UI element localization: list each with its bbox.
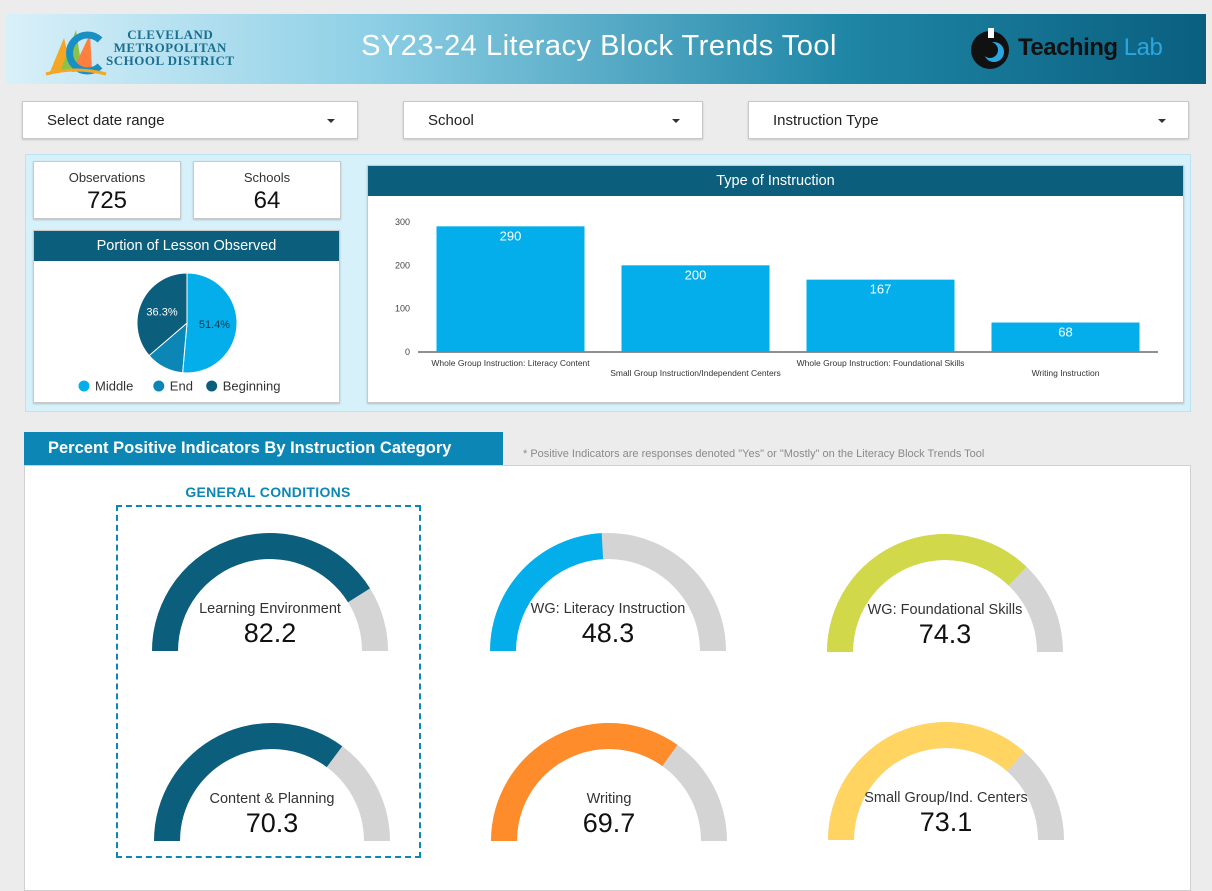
instruction-type-card: Type of Instruction 0 100 200 300 290 Whole G… xyxy=(367,165,1184,403)
school-dropdown[interactable]: School xyxy=(403,101,703,139)
district-logo-icon xyxy=(45,30,107,76)
dashboard: CLEVELAND METROPOLITAN SCHOOL DISTRICT S… xyxy=(0,0,1212,891)
legend-swatch xyxy=(153,380,165,392)
schools-label: Schools xyxy=(243,170,291,185)
school-label: School xyxy=(428,112,474,129)
lesson-portion-card: Portion of Lesson Observed 51.4% 36.3% Mid… xyxy=(33,230,340,403)
observations-label: Observations xyxy=(68,170,146,185)
teaching-lab-accent: Lab xyxy=(1123,34,1163,61)
schools-card: Schools 64 xyxy=(193,161,341,219)
y-tick-label: 300 xyxy=(395,217,410,227)
legend-label: Middle xyxy=(95,379,133,394)
general-conditions-box xyxy=(116,505,421,858)
observations-card: Observations 725 xyxy=(33,161,181,219)
teaching-lab-logo: Teaching Lab xyxy=(968,28,1168,72)
general-conditions-label: GENERAL CONDITIONS xyxy=(185,484,351,500)
teaching-lab-word: Teaching xyxy=(1018,34,1118,61)
teaching-lab-logo-icon xyxy=(971,28,1009,69)
legend-swatch xyxy=(206,380,218,392)
x-tick-label: Whole Group Instruction: Foundational Sk… xyxy=(797,358,965,368)
legend-swatch xyxy=(78,380,90,392)
caret-down-icon xyxy=(327,119,335,123)
y-tick-label: 100 xyxy=(395,304,410,314)
y-tick-label: 0 xyxy=(405,347,410,357)
x-tick-label: Small Group Instruction/Independent Cent… xyxy=(610,368,781,378)
district-name-line: SCHOOL DISTRICT xyxy=(106,53,235,68)
observations-value: 725 xyxy=(86,187,128,214)
bar-data-label: 167 xyxy=(870,282,892,297)
pie-chart: 51.4% 36.3% Middle End Beginning xyxy=(78,272,281,394)
section-note: * Positive Indicators are responses deno… xyxy=(523,448,985,460)
y-tick-label: 200 xyxy=(395,260,410,270)
date-range-dropdown[interactable]: Select date range xyxy=(22,101,358,139)
bar-data-label: 200 xyxy=(685,267,707,282)
district-logo: CLEVELAND METROPOLITAN SCHOOL DISTRICT xyxy=(42,20,242,78)
bar[interactable] xyxy=(436,226,585,352)
bar-chart: 0 100 200 300 290 Whole Group Instruction: Li… xyxy=(395,217,1158,378)
pie-data-label: 36.3% xyxy=(146,307,177,319)
page-title: SY23-24 Literacy Block Trends Tool xyxy=(361,30,837,62)
teaching-lab-wordmark: Teaching Lab xyxy=(1018,34,1163,62)
section-title: Percent Positive Indicators By Instructi… xyxy=(24,432,503,465)
bar-chart-title: Type of Instruction xyxy=(368,166,1183,196)
bar-data-label: 68 xyxy=(1058,325,1072,340)
district-name: CLEVELAND METROPOLITAN SCHOOL DISTRICT xyxy=(106,28,235,67)
instruction-type-label: Instruction Type xyxy=(773,112,879,129)
schools-value: 64 xyxy=(253,187,281,214)
x-tick-label: Whole Group Instruction: Literacy Conten… xyxy=(431,358,590,368)
date-range-label: Select date range xyxy=(47,112,165,129)
x-tick-label: Writing Instruction xyxy=(1032,368,1100,378)
caret-down-icon xyxy=(672,119,680,123)
instruction-type-dropdown[interactable]: Instruction Type xyxy=(748,101,1189,139)
pie-chart-title: Portion of Lesson Observed xyxy=(34,231,339,261)
pie-data-label: 51.4% xyxy=(199,319,230,331)
header-banner: CLEVELAND METROPOLITAN SCHOOL DISTRICT S… xyxy=(6,14,1206,84)
bar-data-label: 290 xyxy=(500,228,522,243)
summary-panel: Observations 725 Schools 64 Portion of L… xyxy=(25,154,1191,412)
legend-label: End xyxy=(170,379,193,394)
legend-label: Beginning xyxy=(223,379,281,394)
caret-down-icon xyxy=(1158,119,1166,123)
